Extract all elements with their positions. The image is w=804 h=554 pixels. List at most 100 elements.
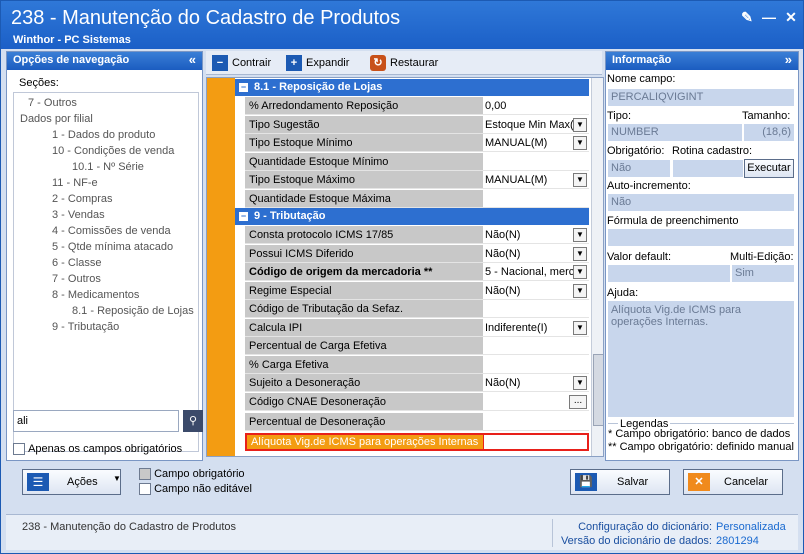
grid-row[interactable]: Código CNAE Desoneração... — [245, 392, 589, 411]
grid-row[interactable]: % Arredondamento Reposição 0,00 — [245, 97, 589, 115]
grid-row-select[interactable]: Não(N) ▼ — [483, 226, 589, 244]
expand-button[interactable]: + Expandir — [286, 55, 349, 71]
grid-row-label: Regime Especial — [245, 281, 483, 300]
grid-row[interactable]: Calcula IPI Indiferente(I) ▼ — [245, 318, 589, 337]
dropdown-arrow-icon[interactable]: ▼ — [573, 246, 587, 261]
grid-row-input[interactable] — [483, 412, 589, 431]
dropdown-arrow-icon[interactable]: ▼ — [573, 265, 587, 279]
tree-item[interactable]: 7 - Outros — [52, 271, 101, 287]
grid-row[interactable]: Possui ICMS Diferido Não(N) ▼ — [245, 244, 589, 263]
tree-item[interactable]: 4 - Comissões de venda — [52, 223, 171, 239]
collapse-right-icon[interactable]: » — [785, 52, 792, 67]
grid-group-header[interactable]: −9 - Tributação — [235, 208, 589, 225]
grid-row-label: Código de origem da mercadoria ** — [245, 263, 483, 281]
edit-icon[interactable]: ✎ — [739, 9, 755, 25]
type-label: Tipo: — [607, 110, 632, 122]
grid-row[interactable]: Percentual de Carga Efetiva — [245, 337, 589, 355]
cancel-button[interactable]: ✕ Cancelar — [683, 469, 783, 495]
tree-item[interactable]: 8.1 - Reposição de Lojas — [72, 303, 194, 319]
grid-row-select[interactable]: Indiferente(I) ▼ — [483, 318, 589, 337]
grid-row[interactable]: Tipo Sugestão Estoque Min Max(▼ — [245, 115, 589, 134]
dropdown-arrow-icon[interactable]: ▼ — [573, 320, 587, 335]
group-collapse-icon[interactable]: − — [239, 82, 248, 92]
collapse-left-icon[interactable]: « — [189, 52, 196, 67]
search-input[interactable] — [13, 410, 179, 432]
grid-row[interactable]: Tipo Estoque Máximo MANUAL(M) ▼ — [245, 171, 589, 189]
grid-row[interactable]: Regime Especial Não(N) ▼ — [245, 281, 589, 300]
grid-row-label: Sujeito a Desoneração — [245, 374, 483, 392]
tree-item[interactable]: 2 - Compras — [52, 191, 113, 207]
grid-row[interactable]: Tipo Estoque Mínimo MANUAL(M) ▼ — [245, 134, 589, 152]
dictionary-version-label: Versão do dicionário de dados: — [560, 535, 712, 547]
tree-item[interactable]: 9 - Tributação — [52, 319, 119, 335]
restore-button-label: Restaurar — [390, 57, 439, 69]
only-required-row[interactable]: Apenas os campos obrigatórios — [13, 443, 182, 456]
grid-scrollbar[interactable] — [591, 78, 603, 456]
grid-row[interactable]: Percentual de Desoneração — [245, 412, 589, 431]
tree-item[interactable]: Dados por filial — [20, 111, 93, 127]
tree-item[interactable]: 5 - Qtde mínima atacado — [52, 239, 173, 255]
grid-row-input[interactable] — [483, 189, 589, 208]
grid-row[interactable]: Código de Tributação da Sefaz. — [245, 300, 589, 318]
collapse-button[interactable]: − Contrair — [212, 55, 271, 71]
dropdown-arrow-icon[interactable]: ▼ — [573, 283, 587, 298]
dropdown-arrow-icon[interactable]: ▼ — [573, 376, 587, 390]
grid-row[interactable]: Quantidade Estoque Máxima — [245, 189, 589, 208]
execute-button[interactable]: Executar — [744, 159, 794, 178]
grid-row[interactable]: Sujeito a Desoneração Não(N) ▼ — [245, 374, 589, 392]
close-icon[interactable]: ✕ — [783, 9, 799, 25]
group-collapse-icon[interactable]: − — [239, 211, 248, 221]
grid-row-select[interactable]: MANUAL(M) ▼ — [483, 134, 589, 152]
tree-item[interactable]: 10 - Condições de venda — [52, 143, 174, 159]
dropdown-arrow-icon[interactable]: ▼ — [573, 173, 587, 187]
grid-row-label: Calcula IPI — [245, 318, 483, 337]
grid-row[interactable]: Quantidade Estoque Mínimo — [245, 152, 589, 171]
tree-item[interactable]: 6 - Classe — [52, 255, 102, 271]
grid-row-value: Não(N) — [485, 247, 521, 260]
dropdown-arrow-icon[interactable]: ▼ — [573, 117, 587, 132]
grid-row-select[interactable]: Não(N) ▼ — [483, 244, 589, 263]
grid-row-value: MANUAL(M) — [485, 137, 548, 149]
dropdown-arrow-icon[interactable]: ▼ — [573, 228, 587, 242]
grid-row-label: Possui ICMS Diferido — [245, 244, 483, 263]
grid-row-input[interactable]: 0,00 — [483, 97, 589, 115]
tree-item[interactable]: 7 - Outros — [28, 95, 77, 111]
tree-item[interactable]: 8 - Medicamentos — [52, 287, 139, 303]
grid-row[interactable]: Alíquota Vig.de ICMS para operações Inte… — [245, 432, 589, 451]
grid-row-select[interactable]: Estoque Min Max(▼ — [483, 115, 589, 134]
minimize-icon[interactable]: — — [761, 9, 777, 25]
actions-button[interactable]: ☰ Ações ▼ — [22, 469, 121, 495]
grid-row-select[interactable]: 5 - Nacional, merc ▼ — [483, 263, 589, 281]
grid-row-select[interactable]: Não(N) ▼ — [483, 281, 589, 300]
dropdown-arrow-icon[interactable]: ▼ — [573, 136, 587, 150]
tree-item[interactable]: 3 - Vendas — [52, 207, 105, 223]
grid-row-input[interactable] — [483, 355, 589, 374]
grid-row-label: Percentual de Carga Efetiva — [245, 337, 483, 355]
grid-row-input[interactable] — [483, 432, 589, 451]
grid-row-input[interactable] — [483, 300, 589, 318]
grid-group-header[interactable]: −8.1 - Reposição de Lojas — [235, 79, 589, 96]
grid-row[interactable]: % Carga Efetiva — [245, 355, 589, 374]
grid-row-input[interactable] — [483, 337, 589, 355]
tree-item[interactable]: 1 - Dados do produto — [52, 127, 155, 143]
formula-value — [608, 229, 794, 246]
app-window: 238 - Manutenção do Cadastro de Produtos… — [0, 0, 804, 554]
info-panel-title: Informação — [612, 54, 672, 66]
only-required-checkbox[interactable] — [13, 443, 25, 456]
grid-row[interactable]: Consta protocolo ICMS 17/85 Não(N) ▼ — [245, 226, 589, 244]
grid-row[interactable]: Código de origem da mercadoria ** 5 - Nac… — [245, 263, 589, 281]
restore-button[interactable]: ↻ Restaurar — [370, 55, 438, 71]
grid-row-select[interactable]: Não(N) ▼ — [483, 374, 589, 392]
search-icon[interactable]: ⚲ — [183, 410, 203, 432]
grid-row-select[interactable]: MANUAL(M) ▼ — [483, 171, 589, 189]
grid-row-value: 5 - Nacional, merc — [485, 266, 575, 278]
grid-row-input[interactable] — [483, 152, 589, 171]
lookup-button[interactable]: ... — [569, 394, 587, 409]
required-swatch-label: Campo obrigatório — [154, 468, 245, 481]
section-tree[interactable]: 7 - Outros Dados por filial 1 - Dados do p… — [13, 92, 199, 452]
tree-item[interactable]: 11 - NF-e — [52, 175, 98, 191]
save-button[interactable]: 💾 Salvar — [570, 469, 670, 495]
tree-item[interactable]: 10.1 - Nº Série — [72, 159, 144, 175]
grid-row-input[interactable]: ... — [483, 392, 589, 411]
grid-scroll-thumb[interactable] — [593, 354, 603, 426]
